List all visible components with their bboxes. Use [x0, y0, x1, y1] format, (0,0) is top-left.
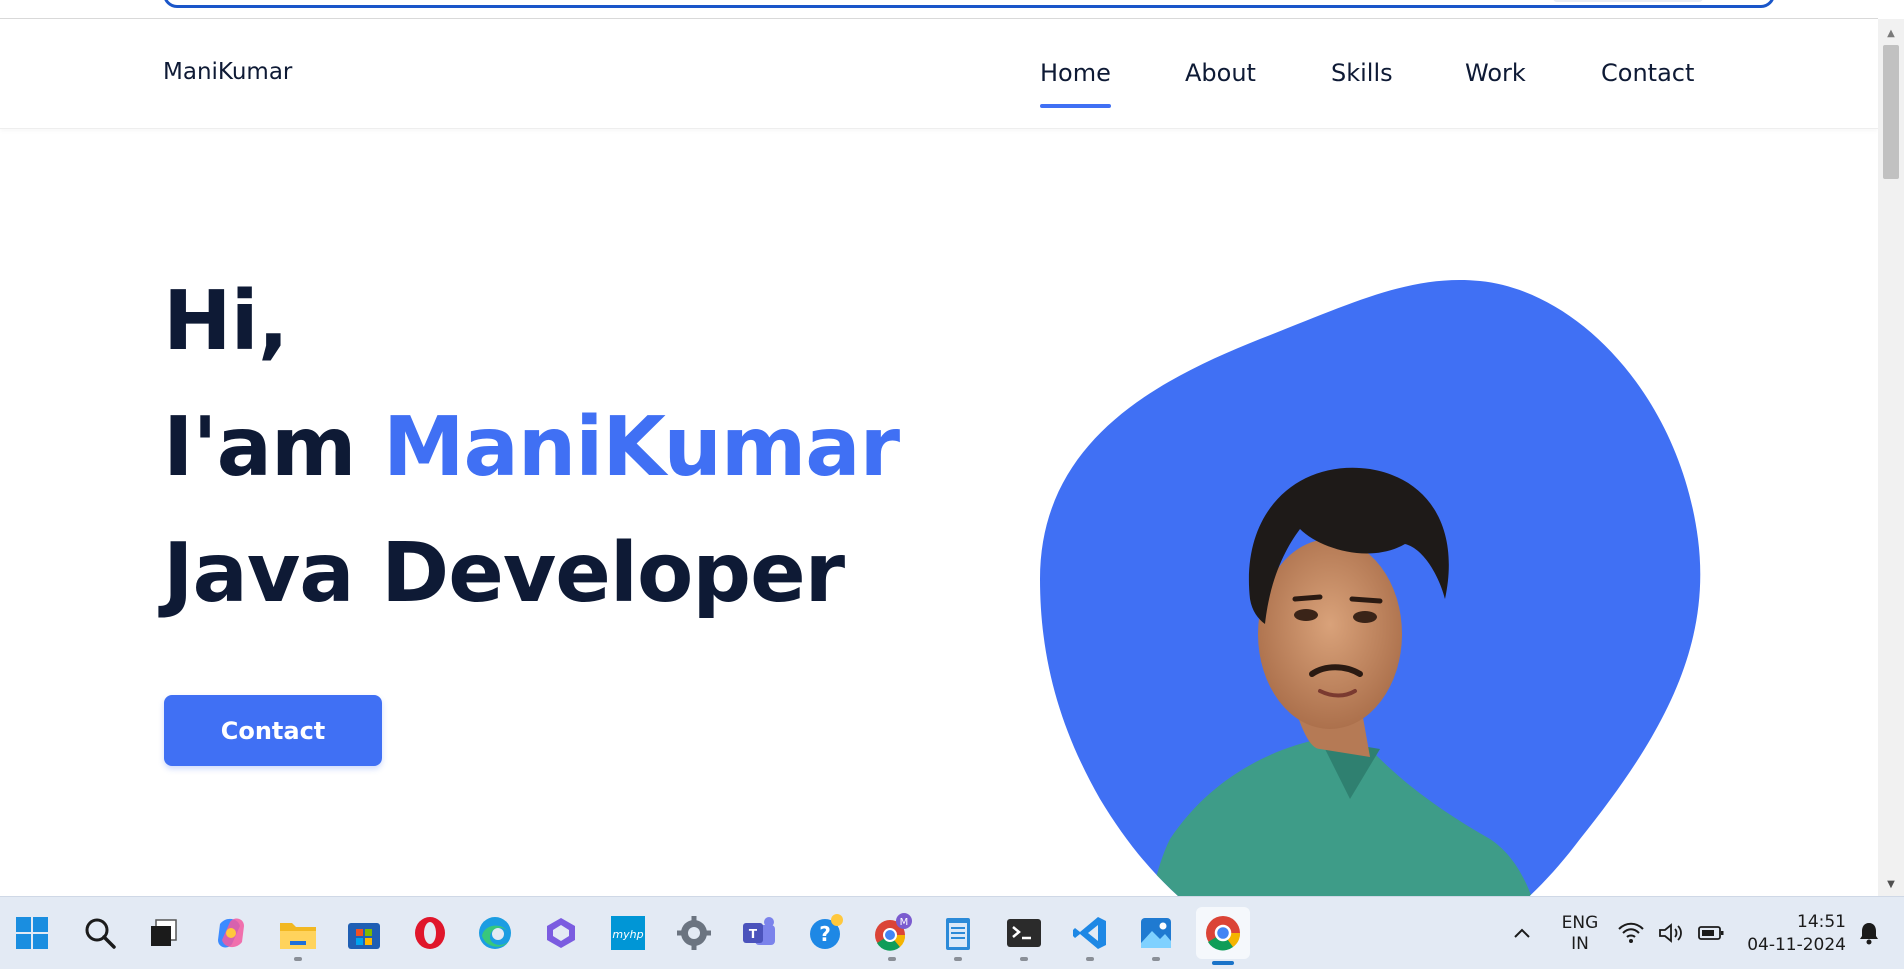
language-code: ENG — [1561, 913, 1599, 933]
taskbar-running-indicator — [1020, 957, 1028, 961]
scroll-thumb[interactable] — [1883, 45, 1899, 179]
clock-date: 04-11-2024 — [1747, 935, 1846, 955]
clock[interactable]: 14:51 04-11-2024 — [1740, 911, 1846, 957]
hero-greeting: Hi, — [163, 274, 289, 369]
teams-icon[interactable]: T — [738, 911, 782, 955]
hero-name-line: I'am ManiKumar — [163, 400, 900, 495]
search-icon[interactable] — [78, 911, 122, 955]
taskbar-running-indicator — [888, 957, 896, 961]
windows-taskbar: myhp T ? M ENG IN 14:51 04-11-2024 — [0, 896, 1904, 969]
nav-link-about[interactable]: About — [1185, 59, 1256, 87]
microsoft-store-icon[interactable] — [342, 911, 386, 955]
copilot-icon[interactable] — [209, 911, 253, 955]
nav-link-work[interactable]: Work — [1465, 59, 1526, 87]
wifi-icon[interactable] — [1614, 911, 1648, 955]
terminal-icon[interactable] — [1002, 911, 1046, 961]
photos-icon[interactable] — [1134, 911, 1178, 961]
taskbar-running-indicator — [954, 957, 962, 961]
contact-button[interactable]: Contact — [164, 695, 382, 766]
settings-icon[interactable] — [672, 911, 716, 955]
language-region: IN — [1571, 934, 1589, 954]
taskbar-running-indicator — [1152, 957, 1160, 961]
screen: ManiKumar Home About Skills Work Contact… — [0, 0, 1904, 969]
hero-name-prefix: I'am — [163, 400, 383, 495]
taskbar-running-indicator — [1086, 957, 1094, 961]
battery-icon[interactable] — [1694, 911, 1728, 955]
site-header: ManiKumar Home About Skills Work Contact — [0, 19, 1878, 129]
hero-name: ManiKumar — [382, 400, 900, 495]
chrome-icon[interactable] — [1196, 907, 1250, 965]
clock-time: 14:51 — [1797, 912, 1846, 932]
windows-start-icon[interactable] — [10, 911, 54, 955]
myhp-icon[interactable]: myhp — [606, 911, 650, 955]
profile-badge: M — [900, 917, 909, 928]
file-explorer-icon[interactable] — [276, 911, 320, 961]
address-bar-chip[interactable] — [1553, 0, 1703, 2]
profile-blob-svg — [1040, 279, 1701, 896]
nav-link-home[interactable]: Home — [1040, 59, 1111, 108]
main-nav: Home About Skills Work Contact — [0, 59, 1878, 108]
svg-text:?: ? — [819, 922, 831, 946]
scroll-up-arrow-icon[interactable]: ▲ — [1878, 25, 1904, 41]
get-help-icon[interactable]: ? — [804, 911, 848, 955]
taskbar-active-indicator — [1212, 961, 1234, 965]
m365-icon[interactable] — [539, 911, 583, 955]
page-scrollbar[interactable]: ▲ ▼ — [1878, 19, 1904, 896]
taskbar-running-indicator — [294, 957, 302, 961]
hero-role: Java Developer — [163, 526, 845, 621]
task-view-icon[interactable] — [142, 911, 186, 955]
chrome-profile-icon[interactable]: M — [870, 911, 914, 961]
browser-address-bar[interactable] — [163, 0, 1775, 8]
portfolio-page: ManiKumar Home About Skills Work Contact… — [0, 19, 1878, 896]
nav-link-contact[interactable]: Contact — [1601, 59, 1694, 87]
svg-text:T: T — [749, 927, 758, 941]
profile-photo-blob — [1020, 279, 1720, 896]
vscode-icon[interactable] — [1068, 911, 1112, 961]
opera-icon[interactable] — [408, 911, 452, 955]
scroll-down-arrow-icon[interactable]: ▼ — [1878, 876, 1904, 892]
language-indicator[interactable]: ENG IN — [1552, 913, 1608, 955]
notepad-icon[interactable] — [936, 911, 980, 961]
notification-bell-icon[interactable] — [1852, 911, 1886, 955]
chevron-up-icon[interactable] — [1500, 911, 1544, 955]
volume-icon[interactable] — [1654, 911, 1688, 955]
myhp-label: myhp — [612, 928, 643, 941]
edge-icon[interactable] — [473, 911, 517, 955]
nav-link-skills[interactable]: Skills — [1331, 59, 1393, 87]
